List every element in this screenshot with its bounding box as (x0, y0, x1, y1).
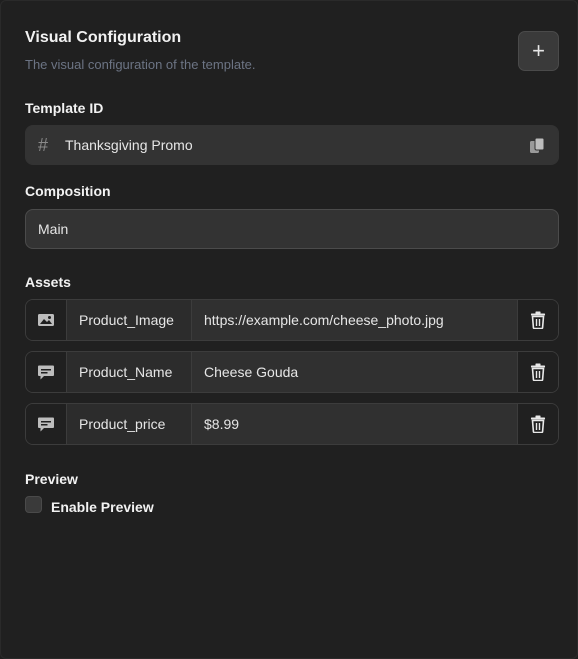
composition-input[interactable]: Main (25, 209, 559, 249)
copy-icon[interactable] (528, 136, 546, 154)
asset-value[interactable]: https://example.com/cheese_photo.jpg (192, 300, 518, 340)
trash-icon[interactable] (518, 352, 558, 392)
asset-value[interactable]: Cheese Gouda (192, 352, 518, 392)
asset-row: Product_Name Cheese Gouda (25, 351, 559, 393)
asset-row: Product_price $8.99 (25, 403, 559, 445)
asset-list: Product_Image https://example.com/cheese… (25, 299, 559, 445)
preview-label: Preview (25, 471, 78, 487)
visual-configuration-panel: Visual Configuration The visual configur… (0, 0, 578, 659)
composition-label: Composition (25, 183, 111, 199)
trash-icon[interactable] (518, 300, 558, 340)
enable-preview-row: Enable Preview (25, 496, 559, 515)
asset-name[interactable]: Product_Image (67, 300, 192, 340)
text-message-icon[interactable] (26, 404, 67, 444)
asset-row: Product_Image https://example.com/cheese… (25, 299, 559, 341)
template-id-field[interactable]: # Thanksgiving Promo (25, 125, 559, 165)
plus-icon: + (532, 38, 545, 63)
enable-preview-checkbox[interactable] (25, 496, 42, 513)
asset-name[interactable]: Product_price (67, 404, 192, 444)
template-id-label: Template ID (25, 100, 104, 116)
asset-value[interactable]: $8.99 (192, 404, 518, 444)
panel-subtitle: The visual configuration of the template… (25, 57, 256, 72)
panel-header: Visual Configuration The visual configur… (25, 1, 559, 97)
hash-icon: # (38, 134, 49, 155)
composition-value: Main (38, 221, 69, 237)
image-icon[interactable] (26, 300, 67, 340)
text-message-icon[interactable] (26, 352, 67, 392)
enable-preview-label[interactable]: Enable Preview (51, 499, 154, 515)
asset-name[interactable]: Product_Name (67, 352, 192, 392)
template-id-value: Thanksgiving Promo (65, 137, 193, 153)
panel-title: Visual Configuration (25, 29, 182, 46)
assets-label: Assets (25, 274, 71, 290)
trash-icon[interactable] (518, 404, 558, 444)
add-button[interactable]: + (518, 31, 559, 71)
